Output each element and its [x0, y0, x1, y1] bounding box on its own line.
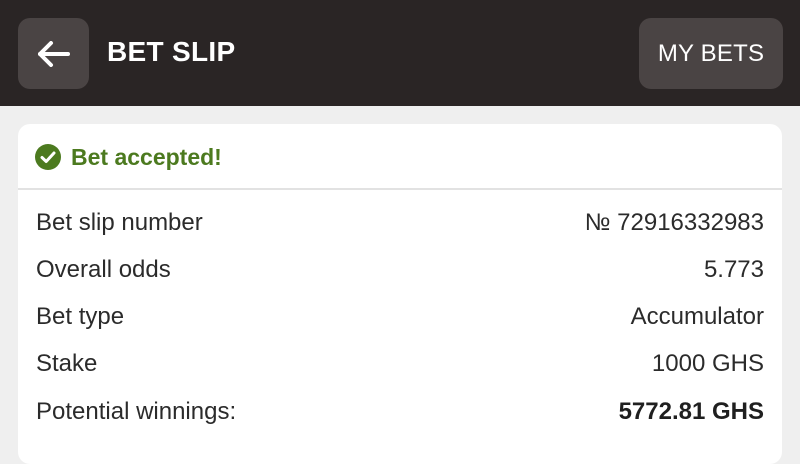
detail-row-overall-odds: Overall odds 5.773	[18, 246, 782, 293]
detail-row-stake: Stake 1000 GHS	[18, 340, 782, 387]
top-bar: BET SLIP MY BETS	[0, 0, 800, 106]
detail-label: Bet type	[36, 303, 125, 330]
detail-row-potential-winnings: Potential winnings: 5772.81 GHS	[18, 388, 782, 435]
bet-slip-number-value: № 72916332983	[584, 209, 764, 236]
detail-label: Potential winnings:	[36, 398, 237, 425]
bet-confirmation-card: Bet accepted! Bet slip number № 72916332…	[18, 124, 782, 464]
status-message: Bet accepted!	[71, 144, 222, 170]
detail-label: Stake	[36, 350, 98, 377]
overall-odds-value: 5.773	[703, 256, 764, 283]
detail-label: Overall odds	[36, 256, 171, 283]
detail-row-bet-type: Bet type Accumulator	[18, 293, 782, 340]
detail-row-bet-slip-number: Bet slip number № 72916332983	[18, 199, 782, 246]
page-title: BET SLIP	[107, 36, 236, 67]
back-button[interactable]	[18, 18, 89, 89]
arrow-left-icon	[37, 40, 70, 67]
stake-value: 1000 GHS	[651, 350, 764, 377]
bet-type-value: Accumulator	[630, 303, 764, 330]
status-row: Bet accepted!	[18, 124, 782, 190]
potential-winnings-value: 5772.81 GHS	[618, 398, 764, 425]
check-circle-icon	[35, 144, 61, 170]
my-bets-button[interactable]: MY BETS	[639, 18, 783, 89]
detail-label: Bet slip number	[36, 209, 203, 236]
